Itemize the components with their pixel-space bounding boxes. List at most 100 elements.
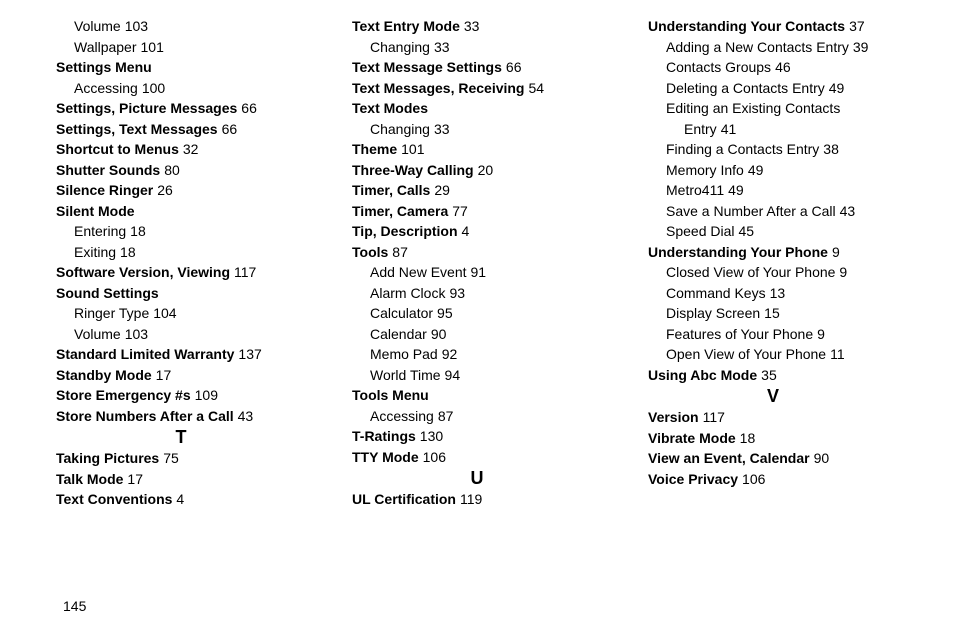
index-entry: Alarm Clock93 — [352, 283, 602, 304]
index-entry-page: 11 — [830, 346, 845, 362]
index-entry: Text Conventions4 — [56, 489, 306, 510]
index-entry-label: Calculator — [370, 305, 433, 321]
index-entry: Settings, Picture Messages66 — [56, 98, 306, 119]
index-entry: Silence Ringer26 — [56, 180, 306, 201]
index-entry-label: Settings, Picture Messages — [56, 100, 237, 116]
index-entry-label: Store Numbers After a Call — [56, 408, 234, 424]
index-entry-label: Volume — [74, 18, 121, 34]
index-entry: Speed Dial45 — [648, 221, 898, 242]
index-entry-label: Version — [648, 409, 699, 425]
index-entry-page: 17 — [156, 367, 172, 383]
index-entry-label: TTY Mode — [352, 449, 419, 465]
index-entry: Exiting18 — [56, 242, 306, 263]
index-entry-label: Talk Mode — [56, 471, 123, 487]
index-entry-label: Timer, Calls — [352, 182, 430, 198]
index-entry-page: 9 — [832, 244, 840, 260]
index-entry: Open View of Your Phone11 — [648, 344, 898, 365]
index-entry: T-Ratings130 — [352, 426, 602, 447]
index-entry-label: Features of Your Phone — [666, 326, 813, 342]
index-entry: Accessing100 — [56, 78, 306, 99]
index-entry-page: 39 — [853, 39, 869, 55]
index-entry-label: Command Keys — [666, 285, 766, 301]
index-entry-page: 33 — [464, 18, 480, 34]
index-entry: Ringer Type104 — [56, 303, 306, 324]
index-entry-page: 106 — [423, 449, 446, 465]
index-entry: Deleting a Contacts Entry49 — [648, 78, 898, 99]
index-entry-label: T-Ratings — [352, 428, 416, 444]
index-entry-page: 94 — [445, 367, 461, 383]
index-entry-label: Settings Menu — [56, 59, 152, 75]
index-entry-label: Memory Info — [666, 162, 744, 178]
index-entry-page: 26 — [157, 182, 173, 198]
index-entry-page: 103 — [125, 18, 148, 34]
index-entry: Memory Info49 — [648, 160, 898, 181]
index-entry-label: Open View of Your Phone — [666, 346, 826, 362]
index-entry: Understanding Your Phone9 — [648, 242, 898, 263]
index-entry-label: View an Event, Calendar — [648, 450, 810, 466]
index-entry-page: 77 — [452, 203, 468, 219]
index-entry-page: 41 — [721, 121, 737, 137]
index-entry: Settings, Text Messages66 — [56, 119, 306, 140]
index-entry-label: Entry — [684, 121, 717, 137]
index-entry-page: 4 — [462, 223, 470, 239]
index-entry-page: 90 — [814, 450, 830, 466]
index-entry-page: 43 — [840, 203, 856, 219]
index-entry-label: Tip, Description — [352, 223, 458, 239]
index-entry-label: Deleting a Contacts Entry — [666, 80, 825, 96]
index-entry: Shutter Sounds80 — [56, 160, 306, 181]
index-entry-page: 43 — [238, 408, 254, 424]
index-entry-label: Text Entry Mode — [352, 18, 460, 34]
index-entry-label: Software Version, Viewing — [56, 264, 230, 280]
index-column-3: Understanding Your Contacts37Adding a Ne… — [648, 16, 898, 510]
index-entry: Memo Pad92 — [352, 344, 602, 365]
index-entry-page: 66 — [506, 59, 522, 75]
index-entry-label: Save a Number After a Call — [666, 203, 836, 219]
index-entry: Volume103 — [56, 16, 306, 37]
index-entry-label: Silence Ringer — [56, 182, 153, 198]
index-entry-page: 33 — [434, 39, 450, 55]
index-entry: Tip, Description4 — [352, 221, 602, 242]
index-entry-label: Editing an Existing Contacts — [666, 100, 840, 116]
index-entry: Version117 — [648, 407, 898, 428]
index-entry-page: 18 — [120, 244, 136, 260]
index-entry-page: 9 — [817, 326, 825, 342]
index-entry: Text Messages, Receiving54 — [352, 78, 602, 99]
index-entry: TTY Mode106 — [352, 447, 602, 468]
index-entry: Tools87 — [352, 242, 602, 263]
index-entry-label: Standby Mode — [56, 367, 152, 383]
index-entry-label: Taking Pictures — [56, 450, 159, 466]
index-entry-label: Vibrate Mode — [648, 430, 736, 446]
index-entry: Standby Mode17 — [56, 365, 306, 386]
index-entry: Save a Number After a Call43 — [648, 201, 898, 222]
index-entry-page: 119 — [460, 491, 482, 507]
index-entry-label: Finding a Contacts Entry — [666, 141, 819, 157]
index-entry-page: 66 — [241, 100, 257, 116]
index-entry-page: 95 — [437, 305, 453, 321]
index-entry: Changing33 — [352, 119, 602, 140]
index-entry-page: 49 — [829, 80, 845, 96]
index-entry-page: 92 — [442, 346, 458, 362]
index-entry: Accessing87 — [352, 406, 602, 427]
index-entry: Changing33 — [352, 37, 602, 58]
index-entry-label: Exiting — [74, 244, 116, 260]
index-entry: Software Version, Viewing117 — [56, 262, 306, 283]
index-entry-page: 91 — [471, 264, 487, 280]
index-entry: Features of Your Phone9 — [648, 324, 898, 345]
index-entry-label: Closed View of Your Phone — [666, 264, 835, 280]
index-entry: Timer, Calls29 — [352, 180, 602, 201]
index-entry: Settings Menu — [56, 57, 306, 78]
index-entry-page: 87 — [438, 408, 454, 424]
index-entry: Taking Pictures75 — [56, 448, 306, 469]
index-entry-label: Using Abc Mode — [648, 367, 757, 383]
index-entry-page: 75 — [163, 450, 179, 466]
index-entry-label: Store Emergency #s — [56, 387, 191, 403]
index-entry: Text Modes — [352, 98, 602, 119]
index-entry: Vibrate Mode18 — [648, 428, 898, 449]
index-entry-label: Tools — [352, 244, 388, 260]
index-entry-page: 33 — [434, 121, 450, 137]
index-entry-label: Accessing — [74, 80, 138, 96]
index-entry-page: 93 — [449, 285, 465, 301]
index-entry-label: Understanding Your Contacts — [648, 18, 845, 34]
index-section-letter: V — [648, 385, 898, 407]
index-entry-page: 137 — [238, 346, 261, 362]
